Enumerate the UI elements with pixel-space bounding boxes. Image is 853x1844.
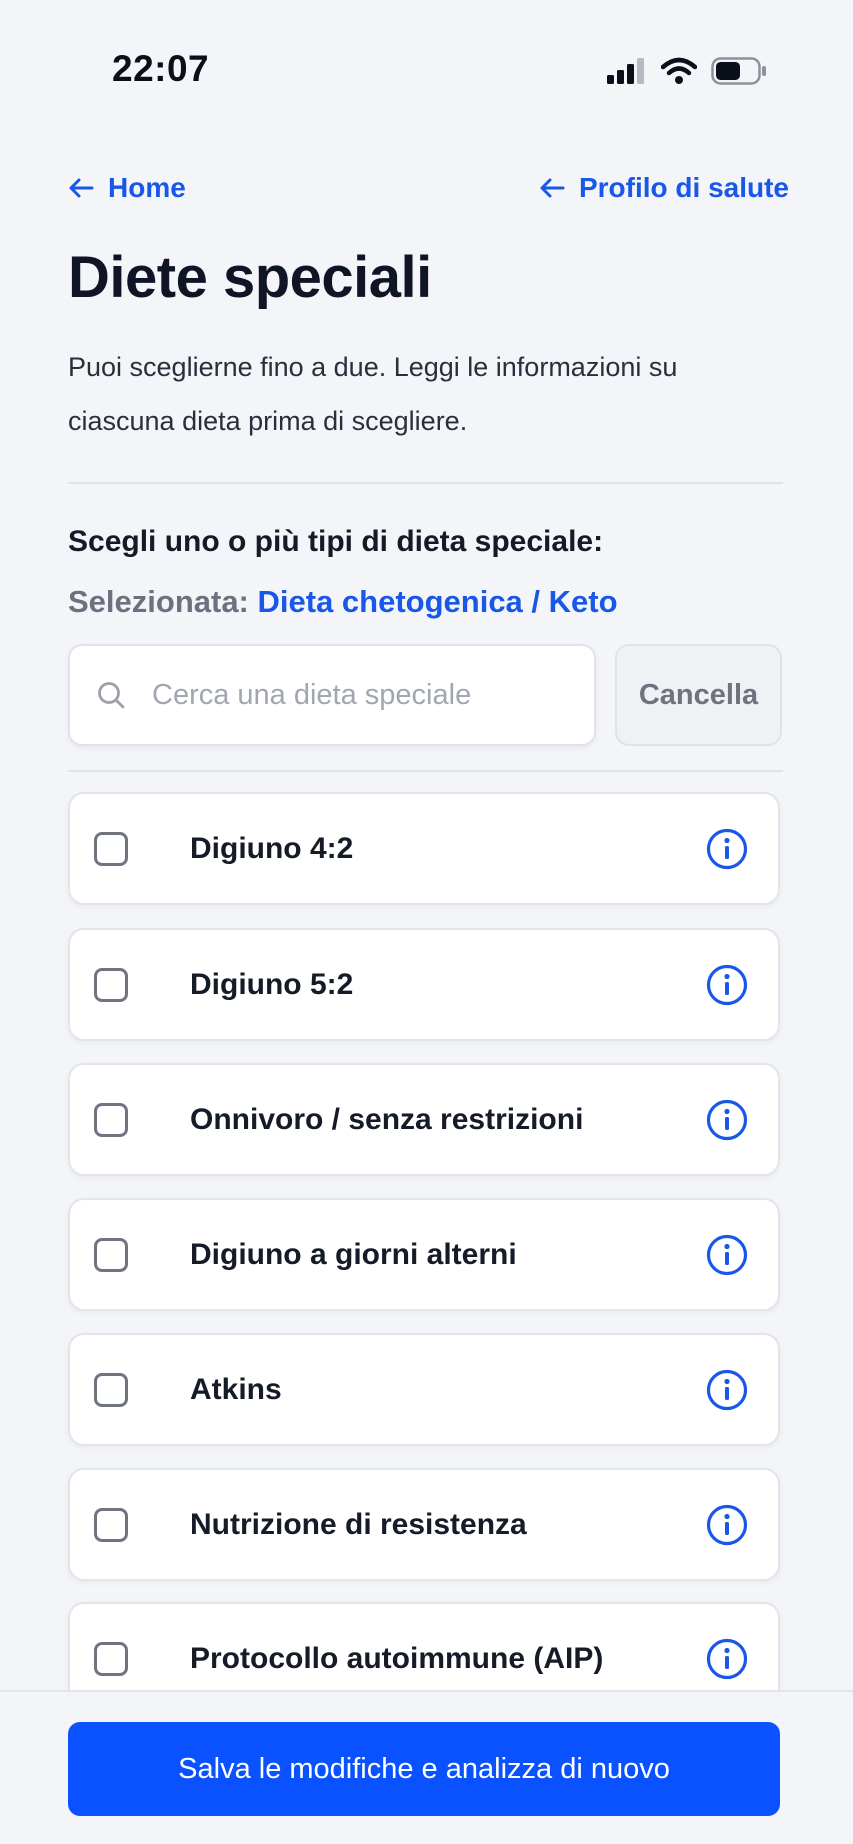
diet-checkbox[interactable]	[94, 831, 128, 866]
diet-option[interactable]: Onnivoro / senza restrizioni	[68, 1063, 780, 1176]
selected-label: Selezionata:	[68, 584, 258, 619]
diet-label: Atkins	[190, 1372, 282, 1406]
diet-option[interactable]: Digiuno 4:2	[68, 792, 780, 905]
diet-label: Digiuno 5:2	[190, 967, 354, 1001]
divider	[68, 482, 783, 484]
diet-checkbox[interactable]	[94, 967, 128, 1002]
back-health-profile-link[interactable]: Profilo di salute	[539, 172, 789, 204]
back-home-label: Home	[108, 172, 186, 203]
search-icon	[98, 682, 125, 709]
diet-checkbox[interactable]	[94, 1102, 128, 1137]
status-icons	[607, 56, 767, 86]
search-box[interactable]	[68, 644, 596, 746]
info-icon[interactable]	[706, 1504, 748, 1546]
back-home-link[interactable]: Home	[68, 172, 186, 204]
wifi-icon	[661, 57, 697, 84]
diet-label: Onnivoro / senza restrizioni	[190, 1102, 584, 1136]
selected-diet-line: Selezionata: Dieta chetogenica / Keto	[68, 584, 618, 620]
arrow-left-icon	[69, 178, 94, 198]
diet-option[interactable]: Nutrizione di resistenza	[68, 1468, 780, 1581]
status-time: 22:07	[112, 48, 210, 89]
diet-label: Digiuno a giorni alterni	[190, 1237, 517, 1271]
selection-prompt: Scegli uno o più tipi di dieta speciale:	[68, 525, 604, 558]
diet-label: Protocollo autoimmune (AIP)	[190, 1641, 604, 1675]
diet-checkbox[interactable]	[94, 1507, 128, 1542]
battery-icon	[711, 57, 766, 85]
page-title: Diete speciali	[68, 245, 432, 310]
arrow-left-icon	[540, 178, 565, 198]
intro-text: Puoi sceglierne fino a due. Leggi le inf…	[68, 352, 678, 436]
diet-option[interactable]: Digiuno a giorni alterni	[68, 1198, 780, 1311]
diet-checkbox[interactable]	[94, 1641, 128, 1676]
diet-checkbox[interactable]	[94, 1372, 128, 1407]
search-input[interactable]	[152, 678, 572, 712]
diet-label: Digiuno 4:2	[190, 831, 354, 865]
diet-option[interactable]: Atkins	[68, 1333, 780, 1446]
selected-diet-value: Dieta chetogenica / Keto	[257, 584, 618, 619]
top-navigation: Home Profilo di salute	[68, 168, 789, 208]
diet-option[interactable]: Digiuno 5:2	[68, 928, 780, 1041]
cancel-button[interactable]: Cancella	[615, 644, 782, 746]
bottom-action-bar: Salva le modifiche e analizza di nuovo	[0, 1690, 853, 1844]
info-icon[interactable]	[706, 828, 748, 870]
divider	[68, 770, 783, 772]
info-icon[interactable]	[706, 1234, 748, 1276]
info-icon[interactable]	[706, 1099, 748, 1141]
info-icon[interactable]	[706, 1638, 748, 1680]
back-health-profile-label: Profilo di salute	[578, 172, 789, 203]
cellular-signal-icon	[607, 58, 644, 84]
info-icon[interactable]	[706, 964, 748, 1006]
diet-label: Nutrizione di resistenza	[190, 1507, 527, 1541]
status-bar: 22:07	[0, 0, 853, 140]
info-icon[interactable]	[706, 1369, 748, 1411]
diet-checkbox[interactable]	[94, 1237, 128, 1272]
save-and-reanalyze-button[interactable]: Salva le modifiche e analizza di nuovo	[68, 1722, 780, 1816]
